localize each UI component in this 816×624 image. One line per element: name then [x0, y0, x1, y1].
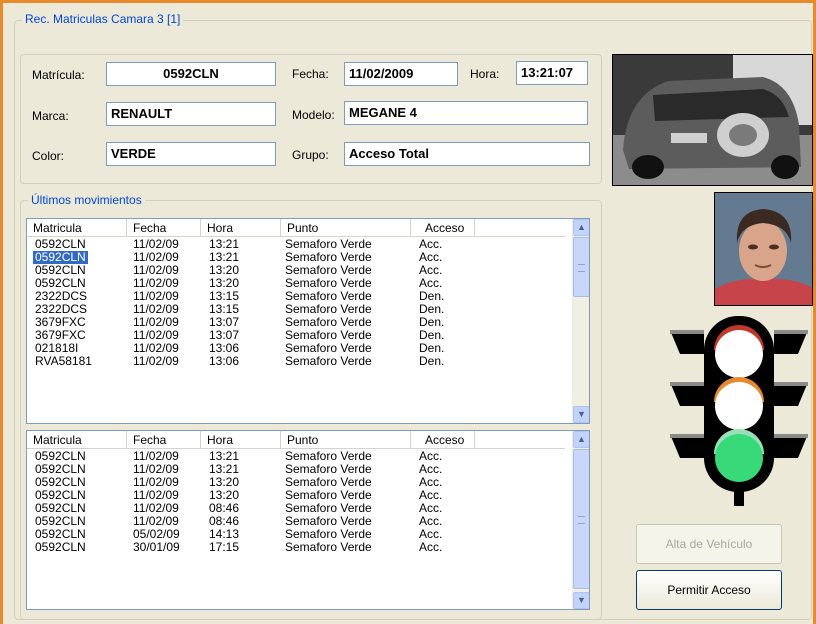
window-top-border [0, 0, 816, 3]
traffic-light-graphic [670, 316, 808, 506]
list-header: Matricula Fecha Hora Punto Acceso [27, 219, 565, 237]
red-lamp [715, 330, 763, 378]
fecha-field[interactable]: 11/02/2009 [344, 62, 458, 86]
scroll-thumb[interactable] [573, 237, 589, 297]
table-row[interactable]: 0592CLN 30/01/09 17:15 Semaforo Verde Acc. [27, 541, 567, 554]
grupo-label: Grupo: [292, 148, 329, 162]
camera-car-image [612, 54, 813, 186]
color-field[interactable]: VERDE [106, 142, 276, 166]
column-header-acceso[interactable]: Acceso [411, 431, 475, 449]
list1-scrollbar[interactable]: ▲ ▼ [572, 219, 589, 423]
column-header-hora[interactable]: Hora [201, 431, 281, 449]
movements-list-recent[interactable]: Matricula Fecha Hora Punto Acceso 0592CL… [26, 218, 590, 424]
fecha-label: Fecha: [292, 67, 329, 81]
cell-acceso: Acc. [419, 540, 443, 554]
list2-scrollbar[interactable]: ▲ ▼ [572, 431, 589, 609]
amber-lamp [715, 382, 763, 430]
grupo-field[interactable]: Acceso Total [344, 142, 590, 166]
marca-label: Marca: [32, 109, 69, 123]
window-left-border [0, 0, 3, 624]
scroll-down-icon[interactable]: ▼ [573, 406, 589, 423]
cell-fecha: 11/02/09 [133, 354, 179, 368]
driver-photo [714, 192, 813, 306]
green-lamp [715, 434, 763, 482]
table-row[interactable]: RVA58181 11/02/09 13:06 Semaforo Verde Den. [27, 355, 567, 368]
list-rows: 0592CLN 11/02/09 13:21 Semaforo Verde Acc. 05… [27, 238, 567, 368]
list-header: Matricula Fecha Hora Punto Acceso [27, 431, 565, 449]
column-header-hora[interactable]: Hora [201, 219, 281, 237]
cell-acceso: Den. [419, 354, 445, 368]
column-header-matricula[interactable]: Matricula [27, 219, 127, 237]
cell-matricula: 0592CLN [35, 540, 86, 554]
scroll-up-icon[interactable]: ▲ [573, 219, 589, 236]
movements-list-vehicle[interactable]: Matricula Fecha Hora Punto Acceso 0592CL… [26, 430, 590, 610]
cell-hora: 17:15 [209, 540, 240, 554]
column-header-fecha[interactable]: Fecha [127, 219, 201, 237]
column-header-fecha[interactable]: Fecha [127, 431, 201, 449]
cell-punto: Semaforo Verde [285, 354, 372, 368]
matricula-label: Matrícula: [32, 68, 85, 82]
modelo-field[interactable]: MEGANE 4 [344, 101, 588, 125]
column-header-matricula[interactable]: Matricula [27, 431, 127, 449]
alta-vehiculo-button[interactable]: Alta de Vehículo [636, 524, 782, 564]
movements-title: Últimos movimientos [28, 193, 145, 207]
car-photo-graphic [613, 55, 812, 185]
driver-photo-graphic [715, 193, 812, 305]
modelo-label: Modelo: [292, 108, 335, 122]
list-rows: 0592CLN 11/02/09 13:21 Semaforo Verde Acc. 05… [27, 450, 567, 554]
permitir-acceso-button[interactable]: Permitir Acceso [636, 570, 782, 610]
hora-label: Hora: [470, 67, 500, 81]
hora-field[interactable]: 13:21:07 [516, 61, 588, 85]
marca-field[interactable]: RENAULT [106, 102, 276, 126]
column-header-punto[interactable]: Punto [281, 219, 411, 237]
scroll-down-icon[interactable]: ▼ [573, 592, 589, 609]
cell-fecha: 30/01/09 [133, 540, 180, 554]
cell-punto: Semaforo Verde [285, 540, 372, 554]
scroll-thumb[interactable] [573, 449, 589, 589]
scroll-up-icon[interactable]: ▲ [573, 431, 589, 448]
column-header-acceso[interactable]: Acceso [411, 219, 475, 237]
matricula-field[interactable]: 0592CLN [106, 62, 276, 86]
column-header-punto[interactable]: Punto [281, 431, 411, 449]
traffic-light-icon [668, 312, 810, 508]
cell-matricula: RVA58181 [35, 354, 92, 368]
window-title: Rec. Matriculas Camara 3 [1] [22, 12, 184, 26]
color-label: Color: [32, 149, 65, 163]
cell-hora: 13:06 [209, 354, 240, 368]
